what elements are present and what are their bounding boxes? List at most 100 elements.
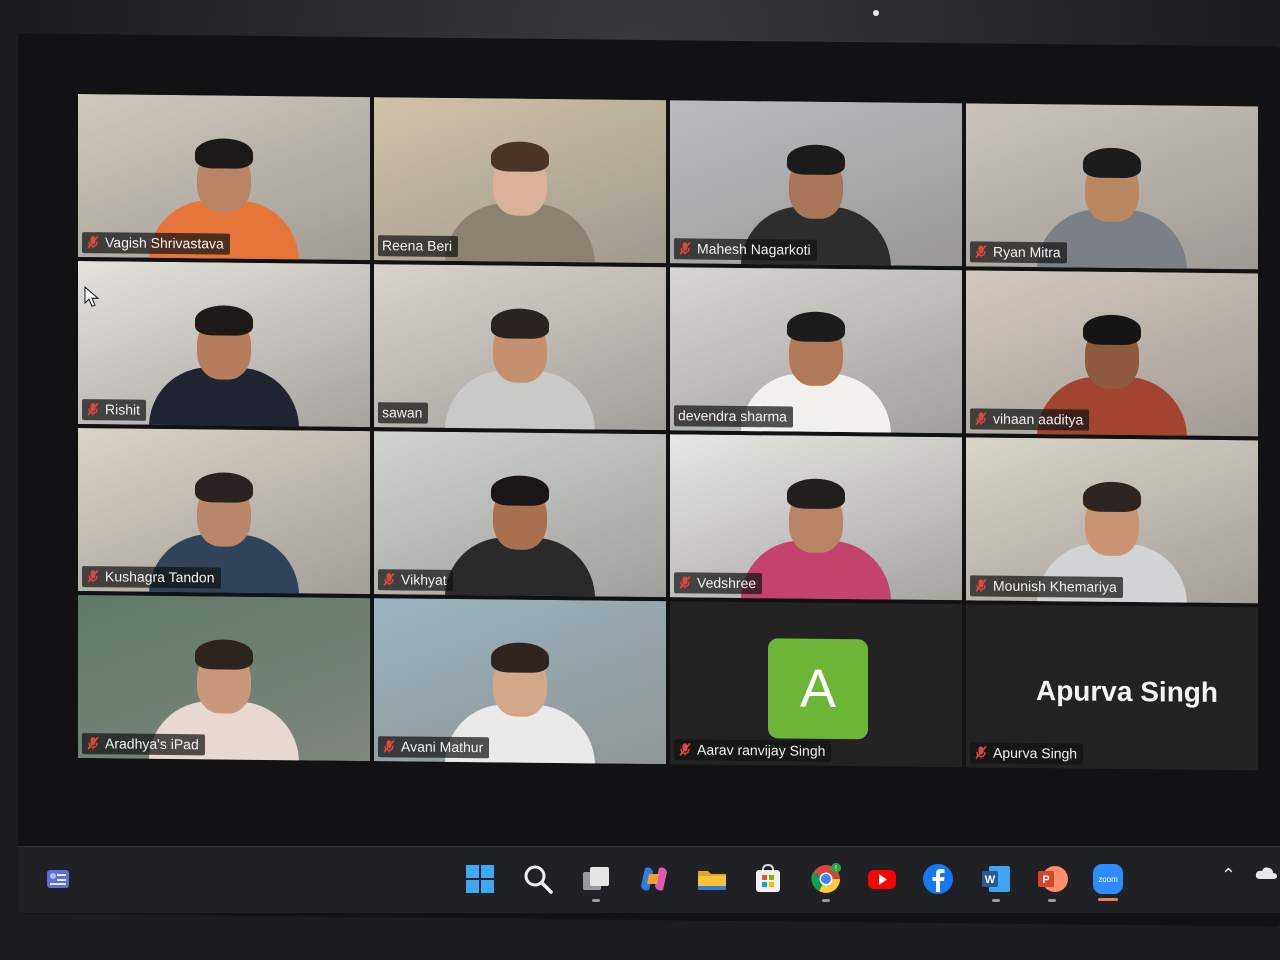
participant-name: sawan xyxy=(382,404,423,421)
participant-nameplate: Mahesh Nagarkoti xyxy=(674,238,817,261)
laptop-screen: Vagish Shrivastava Reena Beri Mahesh Nagar… xyxy=(18,33,1280,927)
participant-tile[interactable]: Mahesh Nagarkoti xyxy=(670,100,962,267)
mic-muted-icon xyxy=(974,411,988,425)
participant-tile[interactable]: Vedshree xyxy=(670,434,962,601)
participant-tile[interactable]: A Aarav ranvijay Singh xyxy=(670,601,962,768)
participant-tile[interactable]: sawan xyxy=(374,264,666,431)
active-app-indicator xyxy=(1098,898,1118,901)
file-explorer-icon[interactable] xyxy=(694,861,730,897)
participant-name: Aarav ranvijay Singh xyxy=(697,741,826,759)
participant-tile[interactable]: devendra sharma xyxy=(670,267,962,434)
participant-tile[interactable]: Vagish Shrivastava xyxy=(78,94,370,261)
word-icon[interactable]: W xyxy=(978,861,1014,897)
mic-muted-icon xyxy=(86,569,100,583)
running-app-indicator xyxy=(592,899,600,902)
participant-nameplate: vihaan aaditya xyxy=(970,408,1090,431)
mic-muted-icon xyxy=(678,742,692,756)
svg-text:zoom: zoom xyxy=(1098,875,1118,884)
chevron-up-icon[interactable]: ⌃ xyxy=(1221,865,1236,886)
participant-tile[interactable]: Vikhyat xyxy=(374,431,666,598)
task-view-icon[interactable] xyxy=(578,861,614,897)
facebook-icon[interactable] xyxy=(920,861,956,897)
participant-nameplate: Aradhya's iPad xyxy=(82,733,205,756)
mic-muted-icon xyxy=(974,578,988,592)
participant-nameplate: Reena Beri xyxy=(378,235,459,258)
participant-name: Mahesh Nagarkoti xyxy=(697,240,811,258)
onedrive-cloud-icon[interactable] xyxy=(1254,865,1278,881)
windows-taskbar: ⌃ ! W Pzoom xyxy=(18,846,1280,913)
youtube-icon[interactable] xyxy=(864,861,900,897)
participant-hair xyxy=(1083,314,1141,346)
zoom-gallery-view: Vagish Shrivastava Reena Beri Mahesh Nagar… xyxy=(78,94,1278,807)
widgets-icon[interactable] xyxy=(40,861,76,897)
participant-name: Avani Mathur xyxy=(401,738,484,756)
powerpoint-icon[interactable]: P xyxy=(1034,861,1070,897)
running-app-indicator xyxy=(1048,899,1056,902)
participant-figure xyxy=(440,308,600,431)
participant-nameplate: Aarav ranvijay Singh xyxy=(674,739,832,762)
webcam-indicator xyxy=(873,10,879,16)
copilot-icon[interactable] xyxy=(636,861,672,897)
participant-hair xyxy=(1083,481,1141,513)
participant-tile[interactable]: Rishit xyxy=(78,261,370,428)
mic-muted-icon xyxy=(678,575,692,589)
search-icon[interactable] xyxy=(520,861,556,897)
svg-text:!: ! xyxy=(835,864,837,873)
mouse-cursor-icon xyxy=(84,286,100,313)
participant-figure xyxy=(440,141,600,264)
participant-name: devendra sharma xyxy=(678,407,787,425)
participant-name: Kushagra Tandon xyxy=(105,568,215,586)
participant-tile[interactable]: Mounish Khemariya xyxy=(966,437,1258,604)
microsoft-store-icon[interactable] xyxy=(750,861,786,897)
participant-name: Aradhya's iPad xyxy=(105,735,199,753)
participant-name: Vikhyat xyxy=(401,571,447,588)
participant-nameplate: Vedshree xyxy=(674,572,763,595)
participant-name: Ryan Mitra xyxy=(993,243,1061,261)
mic-muted-icon xyxy=(678,241,692,255)
mic-muted-icon xyxy=(86,736,100,750)
participant-tile[interactable]: Avani Mathur xyxy=(374,598,666,765)
participant-tile[interactable]: Apurva Singh Apurva Singh xyxy=(966,604,1258,771)
mic-muted-icon xyxy=(382,739,396,753)
mic-muted-icon xyxy=(86,235,100,249)
participant-tile[interactable]: Ryan Mitra xyxy=(966,103,1258,270)
running-app-indicator xyxy=(992,899,1000,902)
participant-hair xyxy=(491,308,549,339)
mic-muted-icon xyxy=(974,244,988,258)
participant-hair xyxy=(491,475,549,506)
mic-muted-icon xyxy=(974,745,988,759)
mic-muted-icon xyxy=(86,402,100,416)
participant-hair xyxy=(787,478,845,510)
participant-figure xyxy=(144,305,304,428)
participant-hair xyxy=(195,472,253,503)
participant-name: Vedshree xyxy=(697,574,757,592)
chrome-icon[interactable]: ! xyxy=(808,861,844,897)
participant-name: vihaan aaditya xyxy=(993,410,1084,428)
zoom-icon[interactable]: zoom xyxy=(1090,861,1126,897)
participant-tile[interactable]: Aradhya's iPad xyxy=(78,595,370,762)
participant-nameplate: Vikhyat xyxy=(378,569,453,591)
participant-nameplate: Vagish Shrivastava xyxy=(82,232,230,255)
participant-nameplate: Rishit xyxy=(82,399,147,421)
svg-text:W: W xyxy=(985,874,996,886)
participant-name: Vagish Shrivastava xyxy=(105,234,224,252)
participant-tile[interactable]: Kushagra Tandon xyxy=(78,428,370,595)
participant-hair xyxy=(491,141,549,172)
participant-hair xyxy=(195,305,253,336)
participant-name: Mounish Khemariya xyxy=(993,577,1117,595)
participant-nameplate: Ryan Mitra xyxy=(970,241,1067,264)
participant-name: Reena Beri xyxy=(382,237,453,254)
participant-name: Apurva Singh xyxy=(993,744,1078,762)
participant-nameplate: Kushagra Tandon xyxy=(82,566,221,589)
participant-hair xyxy=(787,144,845,176)
running-app-indicator xyxy=(822,899,830,902)
participant-nameplate: Apurva Singh xyxy=(970,742,1084,765)
participant-name: Rishit xyxy=(105,401,141,418)
participant-nameplate: Mounish Khemariya xyxy=(970,575,1123,598)
windows-start-icon[interactable] xyxy=(462,861,498,897)
participant-nameplate: sawan xyxy=(378,402,429,424)
participant-hair xyxy=(1083,147,1141,179)
participant-hair xyxy=(195,639,253,670)
participant-tile[interactable]: Reena Beri xyxy=(374,97,666,264)
participant-tile[interactable]: vihaan aaditya xyxy=(966,270,1258,437)
